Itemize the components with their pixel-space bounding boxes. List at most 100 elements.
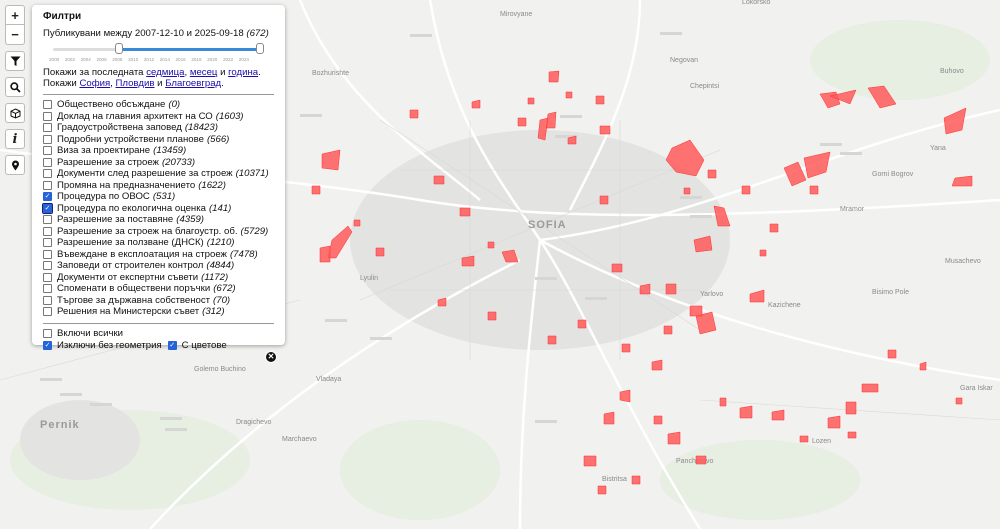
category-checkbox[interactable] xyxy=(43,157,52,167)
document-polygon[interactable] xyxy=(759,249,767,257)
exclude-no-geometry-checkbox[interactable]: ✓ xyxy=(43,340,52,350)
document-polygon[interactable] xyxy=(595,95,605,105)
document-polygon[interactable] xyxy=(707,169,717,179)
category-checkbox[interactable] xyxy=(43,284,52,294)
close-filters-button[interactable]: ✕ xyxy=(265,351,277,363)
document-polygon[interactable] xyxy=(667,431,681,445)
document-polygon[interactable] xyxy=(861,383,879,393)
category-option[interactable]: Споменати в обществени поръчки (672) xyxy=(43,283,274,295)
document-polygon[interactable] xyxy=(769,223,779,233)
document-polygon[interactable] xyxy=(695,455,707,465)
category-checkbox[interactable] xyxy=(43,100,52,110)
category-checkbox[interactable] xyxy=(43,134,52,144)
document-polygon[interactable] xyxy=(619,389,631,403)
document-polygon[interactable] xyxy=(409,109,419,119)
document-polygon[interactable] xyxy=(548,70,560,83)
include-all-option[interactable]: Включи всички xyxy=(43,328,274,340)
document-polygon[interactable] xyxy=(887,349,897,359)
category-option[interactable]: Документи от експертни съвети (1172) xyxy=(43,272,274,284)
document-polygon[interactable] xyxy=(459,207,471,217)
document-polygon[interactable] xyxy=(517,117,527,127)
category-checkbox[interactable] xyxy=(43,307,52,317)
category-checkbox[interactable] xyxy=(43,146,52,156)
category-checkbox[interactable] xyxy=(43,180,52,190)
document-polygon[interactable] xyxy=(565,91,573,99)
document-polygon[interactable] xyxy=(611,263,623,273)
document-polygon[interactable] xyxy=(683,187,691,195)
document-polygon[interactable] xyxy=(603,411,615,425)
last-year-link[interactable]: година xyxy=(228,67,258,78)
document-polygon[interactable] xyxy=(847,431,857,439)
category-checkbox[interactable] xyxy=(43,295,52,305)
category-option[interactable]: Разрешение за строеж на благоустр. об. (5… xyxy=(43,226,274,238)
category-checkbox[interactable] xyxy=(43,272,52,282)
category-checkbox[interactable]: ✓ xyxy=(43,192,52,202)
category-checkbox[interactable]: ✓ xyxy=(42,202,53,214)
with-colors-option[interactable]: ✓ С цветове xyxy=(167,339,227,351)
category-checkbox[interactable] xyxy=(43,123,52,133)
slider-start-handle[interactable] xyxy=(115,43,123,54)
zoom-in-button[interactable]: + xyxy=(5,5,25,25)
exclude-no-geometry-option[interactable]: ✓ Изключи без геометрия xyxy=(43,339,162,351)
document-polygon[interactable] xyxy=(663,325,673,335)
document-polygon[interactable] xyxy=(599,125,611,135)
document-polygon[interactable] xyxy=(433,175,445,185)
filter-toggle-button[interactable] xyxy=(5,51,25,71)
document-polygon[interactable] xyxy=(547,335,557,345)
document-polygon[interactable] xyxy=(799,435,809,443)
category-checkbox[interactable] xyxy=(43,261,52,271)
category-option[interactable]: ✓ Процедура по екологична оценка (141) xyxy=(42,202,274,215)
date-range-slider[interactable] xyxy=(53,43,264,55)
category-option[interactable]: Документи след разрешение за строеж (1037… xyxy=(43,168,274,180)
document-polygon[interactable] xyxy=(955,397,963,405)
document-polygon[interactable] xyxy=(487,311,497,321)
document-polygon[interactable] xyxy=(827,415,841,429)
category-checkbox[interactable] xyxy=(43,226,52,236)
document-polygon[interactable] xyxy=(631,475,641,485)
document-polygon[interactable] xyxy=(809,185,819,195)
category-option[interactable]: Обществено обсъждане (0) xyxy=(43,99,274,111)
document-polygon[interactable] xyxy=(319,245,331,263)
document-polygon[interactable] xyxy=(583,455,597,467)
category-option[interactable]: Търгове за държавна собственост (70) xyxy=(43,295,274,307)
info-button[interactable]: i xyxy=(5,129,25,149)
slider-end-handle[interactable] xyxy=(256,43,264,54)
last-week-link[interactable]: седмица xyxy=(146,67,184,78)
category-checkbox[interactable] xyxy=(43,238,52,248)
document-polygon[interactable] xyxy=(487,241,495,249)
city-blagoevgrad-link[interactable]: Благоевград xyxy=(165,78,221,89)
category-option[interactable]: Разрешение за ползване (ДНСК) (1210) xyxy=(43,237,274,249)
document-polygon[interactable] xyxy=(375,247,385,257)
document-polygon[interactable] xyxy=(597,485,607,495)
document-polygon[interactable] xyxy=(689,305,703,317)
document-polygon[interactable] xyxy=(651,359,663,371)
category-option[interactable]: ✓ Процедура по ОВОС (531) xyxy=(43,191,274,203)
document-polygon[interactable] xyxy=(599,195,609,205)
category-option[interactable]: Разрешение за поставяне (4359) xyxy=(43,214,274,226)
category-option[interactable]: Градоустройствена заповед (18423) xyxy=(43,122,274,134)
document-polygon[interactable] xyxy=(845,401,857,415)
document-polygon[interactable] xyxy=(665,283,677,295)
include-all-checkbox[interactable] xyxy=(43,328,52,338)
category-option[interactable]: Решения на Министерски съвет (312) xyxy=(43,306,274,318)
document-polygon[interactable] xyxy=(621,343,631,353)
document-polygon[interactable] xyxy=(739,405,753,419)
document-polygon[interactable] xyxy=(741,185,751,195)
location-button[interactable] xyxy=(5,155,25,175)
document-polygon[interactable] xyxy=(527,97,535,105)
document-polygon[interactable] xyxy=(353,219,361,227)
search-button[interactable] xyxy=(5,77,25,97)
city-plovdiv-link[interactable]: Пловдив xyxy=(116,78,155,89)
category-option[interactable]: Разрешение за строеж (20733) xyxy=(43,157,274,169)
document-polygon[interactable] xyxy=(639,283,651,295)
with-colors-checkbox[interactable]: ✓ xyxy=(167,340,177,350)
category-option[interactable]: Промяна на предназначението (1622) xyxy=(43,180,274,192)
category-option[interactable]: Виза за проектиране (13459) xyxy=(43,145,274,157)
category-checkbox[interactable] xyxy=(43,111,52,121)
category-checkbox[interactable] xyxy=(43,249,52,259)
layers-3d-button[interactable] xyxy=(5,103,25,123)
document-polygon[interactable] xyxy=(771,409,785,421)
document-polygon[interactable] xyxy=(719,397,727,407)
document-polygon[interactable] xyxy=(461,255,475,267)
category-option[interactable]: Подробни устройствени планове (566) xyxy=(43,134,274,146)
